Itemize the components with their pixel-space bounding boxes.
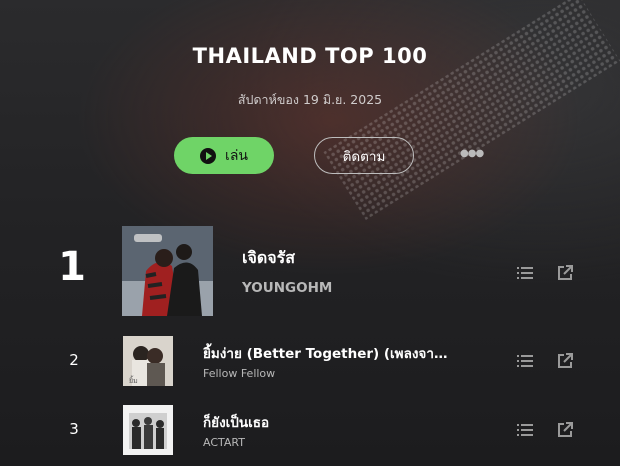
follow-button-label: ติดตาม bbox=[342, 148, 386, 165]
play-icon bbox=[200, 147, 217, 164]
share-icon[interactable] bbox=[556, 264, 574, 282]
track-row[interactable]: 3 ก็ยังเป็นเธอ ACTART bbox=[0, 405, 620, 455]
track-title[interactable]: ยิ้มง่าย (Better Together) (เพลงจาก... bbox=[203, 342, 453, 364]
track-rank: 1 bbox=[58, 244, 86, 290]
more-icon[interactable]: ●●● bbox=[460, 148, 484, 159]
track-artist[interactable]: YOUNGOHM bbox=[242, 280, 332, 296]
share-icon[interactable] bbox=[556, 352, 574, 370]
track-row[interactable]: 2 ยิ้ม ยิ้มง่าย (Better Together) (เพลงจ… bbox=[0, 336, 620, 386]
album-cover[interactable] bbox=[123, 405, 173, 455]
track-rank: 2 bbox=[69, 351, 79, 369]
track-title[interactable]: ก็ยังเป็นเธอ bbox=[203, 411, 453, 433]
track-title[interactable]: เจิดจรัส bbox=[242, 246, 482, 271]
track-artist[interactable]: ACTART bbox=[203, 436, 245, 449]
queue-icon[interactable] bbox=[516, 264, 534, 282]
album-cover[interactable]: ยิ้ม bbox=[123, 336, 173, 386]
play-button[interactable]: เล่น bbox=[174, 137, 274, 174]
track-artist[interactable]: Fellow Fellow bbox=[203, 367, 275, 380]
queue-icon[interactable] bbox=[516, 352, 534, 370]
play-button-label: เล่น bbox=[225, 147, 248, 164]
background-watermark bbox=[323, 0, 620, 220]
follow-button[interactable]: ติดตาม bbox=[314, 137, 414, 174]
chart-title: THAILAND TOP 100 bbox=[192, 44, 428, 68]
share-icon[interactable] bbox=[556, 421, 574, 439]
track-row[interactable]: 1 เจิดจรัส YOUNGOHM bbox=[0, 226, 620, 316]
album-cover[interactable] bbox=[122, 226, 213, 316]
queue-icon[interactable] bbox=[516, 421, 534, 439]
chart-week: สัปดาห์ของ 19 มิ.ย. 2025 bbox=[237, 92, 383, 107]
track-rank: 3 bbox=[69, 420, 79, 438]
